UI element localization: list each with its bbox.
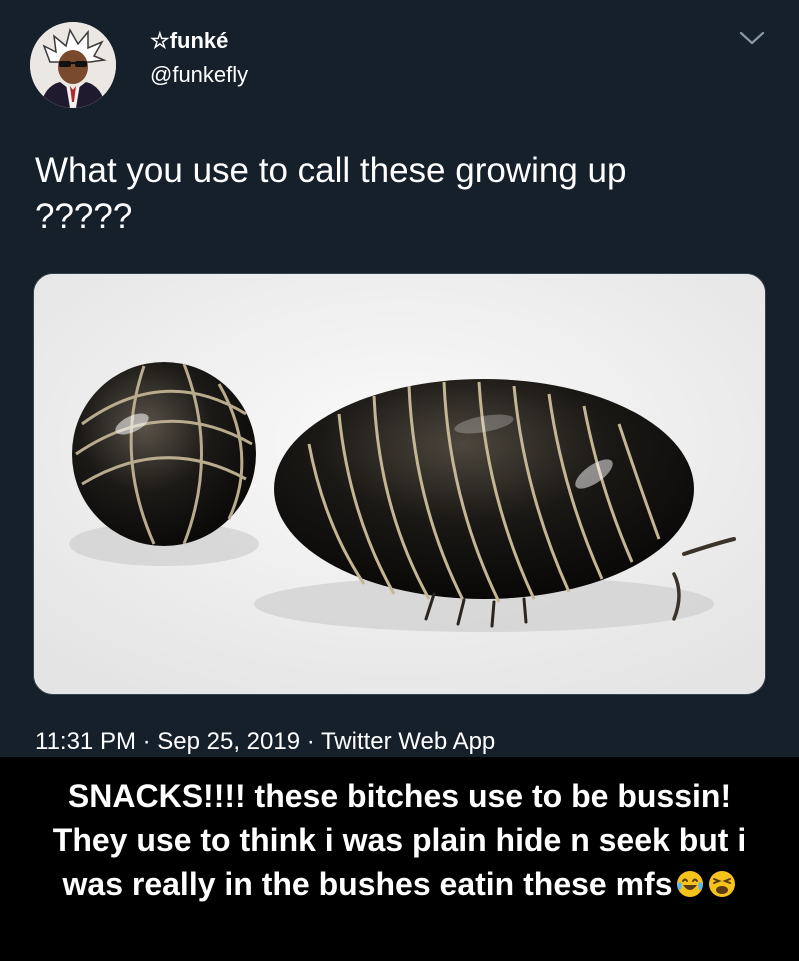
weary-face-emoji <box>708 871 735 897</box>
tweet-text-line: ????? <box>35 197 133 236</box>
chevron-down-icon[interactable] <box>738 28 766 48</box>
caption-line: They use to think i was plain hide n see… <box>52 822 747 858</box>
caption-line: SNACKS!!!! these bitches use to be bussi… <box>67 778 732 814</box>
tweet-meta: 11:31 PM · Sep 25, 2019 · Twitter Web Ap… <box>35 728 496 755</box>
caption-line: was really in the bushes eatin these mfs <box>0 862 799 906</box>
avatar-illustration-icon <box>30 22 116 108</box>
tweet-card: ☆funké @funkefly What you use to call th… <box>0 0 799 757</box>
avatar[interactable] <box>30 22 116 108</box>
user-handle[interactable]: @funkefly <box>150 62 248 88</box>
meme-caption: SNACKS!!!! these bitches use to be bussi… <box>0 774 799 906</box>
caption-line-text: was really in the bushes eatin these mfs <box>62 866 673 902</box>
display-name[interactable]: ☆funké <box>150 28 228 54</box>
tweet-media[interactable] <box>33 273 766 695</box>
tears-of-joy-emoji <box>676 871 703 897</box>
tweet-text-line: What you use to call these growing up <box>35 151 627 190</box>
photo-pill-bugs <box>34 274 765 694</box>
tweet-text: What you use to call these growing up???… <box>35 148 775 240</box>
